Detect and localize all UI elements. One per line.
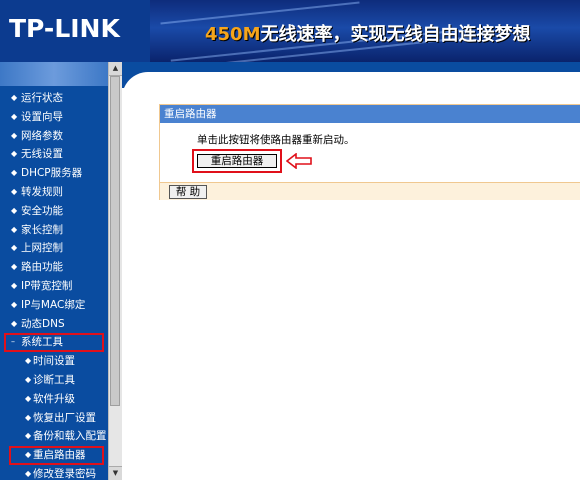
sidebar-item-label: DHCP服务器 xyxy=(21,167,83,180)
sidebar-item-bandwidth[interactable]: ◆ IP带宽控制 xyxy=(0,277,108,296)
sidebar-item-label: 重启路由器 xyxy=(33,449,86,462)
sidebar-item-wireless[interactable]: ◆ 无线设置 xyxy=(0,145,108,164)
bullet-icon: ◆ xyxy=(11,149,18,159)
sidebar-item-dhcp[interactable]: ◆ DHCP服务器 xyxy=(0,164,108,183)
logo-area: TP-LINK xyxy=(0,0,150,62)
slogan-text: 无线速率，实现无线自由连接梦想 xyxy=(260,24,531,45)
sidebar-item-label: 安全功能 xyxy=(21,204,63,217)
sidebar-item-parental-control[interactable]: ◆ 家长控制 xyxy=(0,221,108,240)
sidebar-item-label: 修改登录密码 xyxy=(33,467,96,480)
sidebar-item-label: 系统工具 xyxy=(21,336,63,349)
sidebar-scrollbar[interactable]: ▲ ▼ xyxy=(108,62,122,480)
sidebar-item-label: 家长控制 xyxy=(21,223,63,236)
bullet-icon: ◆ xyxy=(11,243,18,253)
sidebar-item-label: 备份和载入配置 xyxy=(33,430,107,443)
bullet-icon: ◆ xyxy=(11,205,18,215)
sidebar-item-forwarding[interactable]: ◆ 转发规则 xyxy=(0,183,108,202)
sidebar-item-label: 上网控制 xyxy=(21,242,63,255)
panel-description: 单击此按钮将使路由器重新启动。 xyxy=(197,134,355,146)
bullet-icon: ◆ xyxy=(25,412,32,422)
sidebar-item-label: 动态DNS xyxy=(21,317,65,330)
sidebar-item-routing[interactable]: ◆ 路由功能 xyxy=(0,258,108,277)
bullet-icon: ◆ xyxy=(25,450,32,460)
header: TP-LINK 450M无线速率，实现无线自由连接梦想 xyxy=(0,0,580,62)
sidebar-subitem-diagnostics[interactable]: ◆ 诊断工具 xyxy=(0,371,108,390)
header-slogan: 450M无线速率，实现无线自由连接梦想 xyxy=(205,20,531,46)
sidebar-item-setup-wizard[interactable]: ◆ 设置向导 xyxy=(0,108,108,127)
sidebar-item-label: 运行状态 xyxy=(21,92,63,104)
tp-link-logo: TP-LINK xyxy=(9,14,120,43)
sidebar-item-system-tools[interactable]: – 系统工具 xyxy=(4,333,104,353)
main-content: 重启路由器 单击此按钮将使路由器重新启动。 重启路由器 帮 助 xyxy=(122,62,580,480)
sidebar-item-access-control[interactable]: ◆ 上网控制 xyxy=(0,239,108,258)
sidebar-item-label: 时间设置 xyxy=(33,355,75,368)
sidebar-subitem-change-password[interactable]: ◆ 修改登录密码 xyxy=(0,465,108,480)
scroll-down-icon[interactable]: ▼ xyxy=(109,466,122,480)
bullet-icon: ◆ xyxy=(25,356,32,366)
slogan-highlight: 450M xyxy=(205,24,261,45)
bullet-icon: ◆ xyxy=(25,431,32,441)
sidebar-item-network[interactable]: ◆ 网络参数 xyxy=(0,127,108,146)
reboot-button[interactable]: 重启路由器 xyxy=(197,154,277,168)
bullet-icon: ◆ xyxy=(25,468,32,478)
panel-footer: 帮 助 xyxy=(160,182,580,200)
help-button[interactable]: 帮 助 xyxy=(169,185,207,199)
bullet-icon: ◆ xyxy=(11,168,18,178)
bullet-icon: ◆ xyxy=(25,374,32,384)
bullet-icon: ◆ xyxy=(11,111,18,121)
bullet-icon: ◆ xyxy=(11,224,18,234)
scroll-thumb[interactable] xyxy=(110,76,120,406)
bullet-icon: ◆ xyxy=(11,186,18,196)
bullet-icon: ◆ xyxy=(11,130,18,140)
sidebar-item-label: 转发规则 xyxy=(21,185,63,198)
bullet-icon: ◆ xyxy=(11,299,18,309)
bullet-icon: ◆ xyxy=(11,93,18,102)
sidebar-subitem-factory-reset[interactable]: ◆ 恢复出厂设置 xyxy=(0,409,108,428)
sidebar-subitem-time-settings[interactable]: ◆ 时间设置 xyxy=(0,352,108,371)
sidebar-subitem-backup-restore[interactable]: ◆ 备份和载入配置 xyxy=(0,427,108,446)
main-top-curve xyxy=(122,62,580,112)
sidebar-item-status[interactable]: ◆ 运行状态 xyxy=(0,89,108,108)
sidebar-item-label: 恢复出厂设置 xyxy=(33,411,96,424)
bullet-icon: ◆ xyxy=(25,393,32,403)
bullet-icon: ◆ xyxy=(11,262,18,272)
sidebar-item-label: 路由功能 xyxy=(21,261,63,274)
bullet-icon: ◆ xyxy=(11,280,18,290)
sidebar-top-blur xyxy=(0,62,108,86)
sidebar-item-label: 网络参数 xyxy=(21,129,63,142)
sidebar-subitem-firmware-upgrade[interactable]: ◆ 软件升级 xyxy=(0,390,108,409)
reboot-panel: 重启路由器 单击此按钮将使路由器重新启动。 重启路由器 帮 助 xyxy=(159,104,580,200)
sidebar-item-label: 诊断工具 xyxy=(33,373,75,386)
panel-title: 重启路由器 xyxy=(160,105,580,123)
sidebar-item-security[interactable]: ◆ 安全功能 xyxy=(0,202,108,221)
sidebar-item-label: IP与MAC绑定 xyxy=(21,298,86,311)
sidebar-item-label: 无线设置 xyxy=(21,148,63,161)
left-arrow-icon xyxy=(286,153,312,169)
collapse-icon: – xyxy=(11,337,15,347)
reboot-button-highlight: 重启路由器 xyxy=(192,149,282,173)
sidebar-item-ddns[interactable]: ◆ 动态DNS xyxy=(0,315,108,334)
sidebar-item-ip-mac-binding[interactable]: ◆ IP与MAC绑定 xyxy=(0,296,108,315)
scroll-up-icon[interactable]: ▲ xyxy=(109,62,122,76)
sidebar-item-label: 软件升级 xyxy=(33,392,75,405)
sidebar-subitem-reboot[interactable]: ◆ 重启路由器 xyxy=(9,446,104,465)
bullet-icon: ◆ xyxy=(11,318,18,328)
sidebar-item-label: IP带宽控制 xyxy=(21,279,73,292)
sidebar-item-label: 设置向导 xyxy=(21,110,63,123)
sidebar: ◆ 运行状态 ◆ 设置向导 ◆ 网络参数 ◆ 无线设置 ◆ DHCP服务器 ◆ 转发规则 ◆… xyxy=(0,62,108,480)
sidebar-menu: ◆ 运行状态 ◆ 设置向导 ◆ 网络参数 ◆ 无线设置 ◆ DHCP服务器 ◆ 转发规则 ◆… xyxy=(0,89,108,480)
